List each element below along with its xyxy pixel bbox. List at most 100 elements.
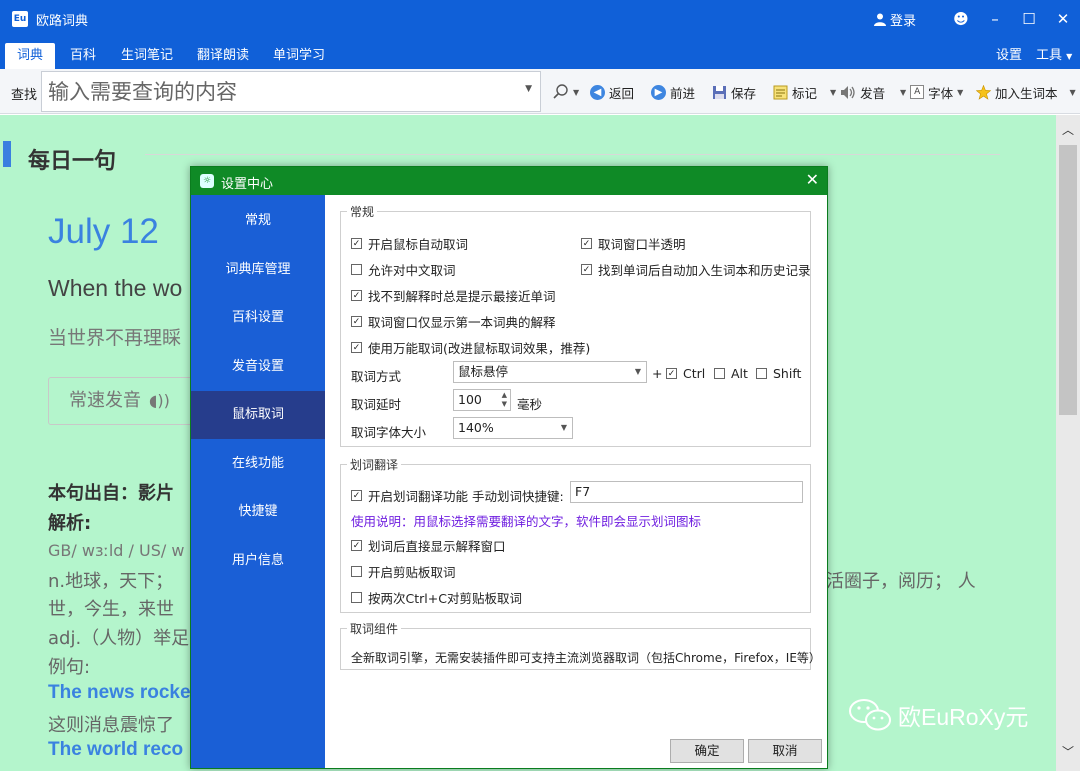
scroll-down-icon[interactable]: ﹀ — [1056, 743, 1080, 760]
scroll-up-icon[interactable]: ︿ — [1056, 121, 1080, 138]
maximize-button[interactable]: ☐ — [1012, 10, 1046, 28]
dialog-title: 设置中心 — [221, 177, 274, 192]
menu-tools[interactable]: 工具 ▼ — [1036, 43, 1072, 70]
hotkey-label: 手动划词快捷键: — [472, 489, 564, 504]
nav-shortcuts[interactable]: 快捷键 — [191, 488, 325, 536]
checkbox[interactable]: ✓ — [666, 368, 677, 379]
option-universal-lookup[interactable]: ✓ 使用万能取词(改进鼠标取词效果，推荐) — [351, 338, 590, 357]
nav-mouse-lookup[interactable]: 鼠标取词 — [191, 391, 325, 439]
component-legend: 取词组件 — [350, 622, 399, 636]
menu-settings[interactable]: 设置 — [996, 43, 1022, 69]
checkbox[interactable]: ✓ — [351, 490, 362, 501]
nav-dictionary-library[interactable]: 词典库管理 — [191, 246, 325, 294]
pronounce-button[interactable]: ▼ 发音 — [830, 82, 885, 102]
option-auto-add-wordbook[interactable]: ✓ 找到单词后自动加入生词本和历史记录 — [581, 260, 811, 279]
title-bar: Eu 欧路词典 登录 ☻ – ☐ ✕ — [0, 0, 1080, 38]
tab-dictionary[interactable]: 词典 — [5, 43, 55, 69]
login-button[interactable]: 登录 — [873, 10, 916, 29]
vertical-scrollbar[interactable]: ︿ ﹀ — [1056, 115, 1080, 771]
back-button[interactable]: ◀ 返回 — [590, 82, 634, 102]
lookup-mode-select[interactable]: 鼠标悬停 ▼ — [453, 361, 647, 383]
spinner-arrows-icon[interactable]: ▲ ▼ — [502, 391, 507, 409]
checkbox[interactable]: ✓ — [351, 540, 362, 551]
find-label: 查找 — [11, 88, 38, 103]
option-first-dictionary-only[interactable]: ✓ 取词窗口仅显示第一本词典的解释 — [351, 312, 556, 331]
checkbox[interactable] — [351, 592, 362, 603]
option-double-ctrl-c[interactable]: 按两次Ctrl+C对剪贴板取词 — [351, 588, 522, 607]
usage-instructions: 使用说明：用鼠标选择需要翻译的文字，软件即会显示划词图标 — [351, 514, 702, 529]
smiley-icon[interactable]: ☻ — [944, 10, 978, 28]
close-button[interactable]: ✕ — [1046, 10, 1080, 28]
search-history-dropdown-icon[interactable]: ▼ — [525, 84, 532, 94]
option-clipboard-lookup[interactable]: 开启剪贴板取词 — [351, 562, 456, 581]
definition-line-3: adj.（人物）举足 — [48, 628, 190, 649]
lookup-font-size-select[interactable]: 140% ▼ — [453, 417, 573, 439]
minimize-button[interactable]: – — [978, 10, 1012, 28]
cancel-button[interactable]: 取消 — [748, 739, 822, 763]
option-chinese-lookup[interactable]: 允许对中文取词 — [351, 260, 456, 279]
lookup-delay-value: 100 — [458, 392, 482, 407]
settings-panel: 常规 ✓ 开启鼠标自动取词 ✓ 取词窗口半透明 允许对中文取词 ✓ 找到单词后自动加入… — [325, 195, 827, 768]
option-enable-selection-translate[interactable]: ✓ 开启划词翻译功能 — [351, 486, 468, 505]
checkbox[interactable] — [714, 368, 725, 379]
mark-button[interactable]: 标记 — [773, 82, 817, 102]
checkbox[interactable]: ✓ — [581, 264, 592, 275]
chevron-down-icon: ▼ — [634, 367, 641, 376]
nav-online-features[interactable]: 在线功能 — [191, 440, 325, 488]
forward-label: 前进 — [670, 85, 696, 101]
option-label: 取词窗口半透明 — [598, 237, 686, 252]
font-button[interactable]: ▼ A 字体 ▼ — [900, 82, 963, 102]
checkbox[interactable]: ✓ — [351, 316, 362, 327]
example-label: 例句: — [48, 657, 91, 678]
checkbox[interactable]: ✓ — [351, 238, 362, 249]
option-direct-show-window[interactable]: ✓ 划词后直接显示解释窗口 — [351, 536, 506, 555]
lookup-delay-spinner[interactable]: 100 ▲ ▼ — [453, 389, 511, 411]
heading-divider — [145, 154, 1000, 155]
option-label: 按两次Ctrl+C对剪贴板取词 — [368, 591, 522, 606]
nav-pronunciation-settings[interactable]: 发音设置 — [191, 343, 325, 391]
back-label: 返回 — [609, 85, 635, 101]
search-input[interactable] — [42, 72, 512, 111]
user-icon — [873, 13, 886, 26]
modifier-shift[interactable]: Shift — [756, 366, 801, 381]
save-button[interactable]: 保存 — [712, 82, 756, 102]
search-caret-icon: ▼ — [573, 87, 580, 97]
option-label: 开启鼠标自动取词 — [368, 237, 469, 252]
hotkey-input[interactable]: F7 — [570, 481, 803, 503]
chinese-sentence: 当世界不再理睬 — [48, 327, 182, 349]
checkbox[interactable]: ✓ — [581, 238, 592, 249]
sound-wave-icon: ◖)) — [149, 391, 170, 410]
option-auto-lookup[interactable]: ✓ 开启鼠标自动取词 — [351, 234, 468, 253]
lookup-delay-unit: 毫秒 — [517, 397, 543, 412]
checkbox[interactable]: ✓ — [351, 342, 362, 353]
tab-encyclopedia[interactable]: 百科 — [62, 43, 104, 69]
option-label: 找不到解释时总是提示最接近单词 — [368, 289, 556, 304]
nav-general[interactable]: 常规 — [191, 197, 325, 245]
modifier-alt[interactable]: Alt — [714, 366, 748, 381]
tab-translate-read[interactable]: 翻译朗读 — [192, 43, 254, 69]
scroll-thumb[interactable] — [1059, 145, 1077, 415]
tab-word-study[interactable]: 单词学习 — [268, 43, 330, 69]
ok-button[interactable]: 确定 — [670, 739, 744, 763]
checkbox[interactable] — [756, 368, 767, 379]
checkbox[interactable] — [351, 566, 362, 577]
add-word-label: 加入生词本 — [995, 85, 1058, 101]
nav-encyclopedia-settings[interactable]: 百科设置 — [191, 294, 325, 342]
menu-bar: 词典 百科 生词笔记 翻译朗读 单词学习 设置 工具 ▼ — [0, 38, 1080, 69]
option-translucent-window[interactable]: ✓ 取词窗口半透明 — [581, 234, 686, 253]
modifier-ctrl[interactable]: ✓ Ctrl — [666, 366, 705, 381]
forward-button[interactable]: ▶ 前进 — [651, 82, 695, 102]
tab-word-notes[interactable]: 生词笔记 — [116, 43, 178, 69]
dialog-close-icon[interactable]: ✕ — [806, 170, 819, 189]
nav-user-info[interactable]: 用户信息 — [191, 537, 325, 585]
toolbar: 查找 ▼ ▼ ◀ 返回 ▶ 前进 保存 标记 ▼ 发音 ▼ A 字体 ▼ 加入生… — [0, 69, 1080, 114]
checkbox[interactable] — [351, 264, 362, 275]
option-nearest-word[interactable]: ✓ 找不到解释时总是提示最接近单词 — [351, 286, 556, 305]
pronounce-caret-icon: ▼ — [900, 87, 907, 97]
search-button[interactable]: ▼ — [553, 82, 579, 102]
back-arrow-icon: ◀ — [590, 84, 605, 100]
add-word-caret-icon: ▼ — [1069, 87, 1076, 97]
add-word-button[interactable]: 加入生词本 ▼ — [976, 82, 1076, 102]
normal-speed-speak-button[interactable]: 常速发音 ◖)) — [48, 377, 198, 425]
checkbox[interactable]: ✓ — [351, 290, 362, 301]
